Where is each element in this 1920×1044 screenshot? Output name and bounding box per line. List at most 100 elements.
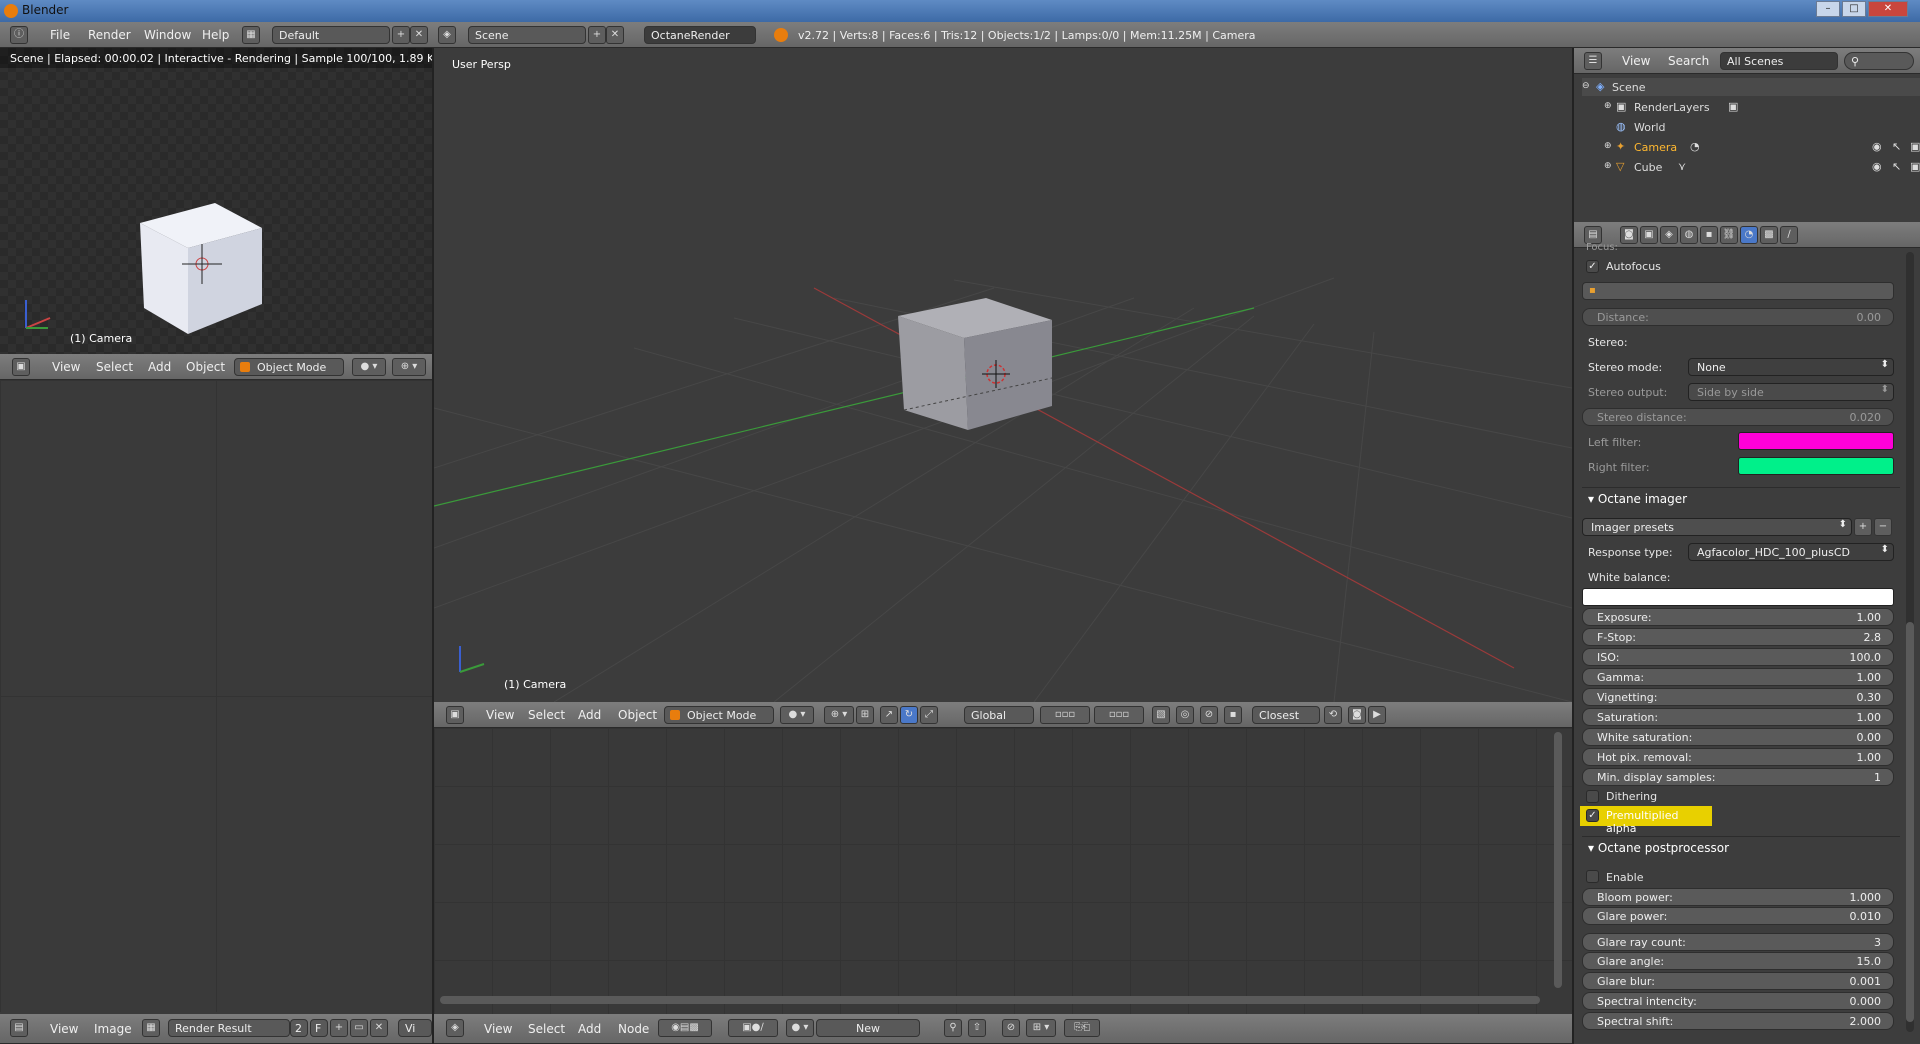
- viewport-menu-view[interactable]: View: [486, 708, 514, 722]
- viewport-shading-icon[interactable]: ● ▾: [780, 706, 814, 724]
- image-new-icon[interactable]: +: [330, 1019, 348, 1037]
- object-tab-icon[interactable]: ▪: [1700, 226, 1718, 244]
- remove-scene-icon[interactable]: ✕: [606, 26, 624, 44]
- left-filter-swatch[interactable]: [1738, 432, 1894, 450]
- focus-object-field[interactable]: ▪: [1582, 282, 1894, 300]
- minimize-button[interactable]: –: [1816, 1, 1840, 17]
- shading-icon[interactable]: ● ▾: [352, 358, 386, 376]
- node-editor-hscrollbar[interactable]: [440, 996, 1540, 1004]
- glare-power-field[interactable]: Glare power: 0.010: [1582, 907, 1894, 925]
- render-preview-area[interactable]: Scene | Elapsed: 00:00.02 | Interactive …: [0, 48, 469, 354]
- pivot-icon[interactable]: ⊕ ▾: [392, 358, 426, 376]
- viewport-menu-select[interactable]: Select: [528, 708, 565, 722]
- image-unlink-icon[interactable]: ✕: [370, 1019, 388, 1037]
- scene-icon[interactable]: ◈: [438, 26, 456, 44]
- go-parent-icon[interactable]: ⇧: [968, 1019, 986, 1037]
- expand-icon[interactable]: ⊕: [1604, 141, 1612, 151]
- texture-tab-icon[interactable]: ▩: [1760, 226, 1778, 244]
- view-layer-field[interactable]: Vi: [398, 1019, 432, 1037]
- select-arrow-icon[interactable]: ↖: [1892, 140, 1901, 153]
- image-name-field[interactable]: Render Result: [168, 1019, 290, 1037]
- stereo-distance-field[interactable]: Stereo distance: 0.020: [1582, 408, 1894, 426]
- scene-tab-icon[interactable]: ◈: [1660, 226, 1678, 244]
- outliner-menu-view[interactable]: View: [1622, 54, 1650, 68]
- preview-menu-add[interactable]: Add: [148, 360, 171, 374]
- preview-menu-object[interactable]: Object: [186, 360, 225, 374]
- align-rotation-icon[interactable]: ⟲: [1324, 706, 1342, 724]
- node-editor-vscrollbar[interactable]: [1554, 732, 1562, 988]
- proportional-edit-icon[interactable]: ◎: [1176, 706, 1194, 724]
- outliner-search-input[interactable]: ⚲: [1844, 52, 1914, 70]
- viewport-menu-object[interactable]: Object: [618, 708, 657, 722]
- renderlayers-tab-icon[interactable]: ▣: [1640, 226, 1658, 244]
- viewport-pivot-icon[interactable]: ⊕ ▾: [824, 706, 854, 724]
- saturation-field[interactable]: Saturation: 1.00: [1582, 708, 1894, 726]
- 3d-viewport[interactable]: User Persp (1) Camera: [434, 48, 1572, 702]
- particles-tab-icon[interactable]: ∕: [1780, 226, 1798, 244]
- hot-pixel-removal-field[interactable]: Hot pix. removal: 1.00: [1582, 748, 1894, 766]
- image-menu-image[interactable]: Image: [94, 1022, 132, 1036]
- node-menu-select[interactable]: Select: [528, 1022, 565, 1036]
- editor-type-icon[interactable]: ▣: [12, 358, 30, 376]
- glare-ray-count-field[interactable]: Glare ray count: 3: [1582, 933, 1894, 951]
- node-menu-view[interactable]: View: [484, 1022, 512, 1036]
- distance-field[interactable]: Distance: 0.00: [1582, 308, 1894, 326]
- menu-render[interactable]: Render: [88, 28, 131, 42]
- remove-preset-icon[interactable]: −: [1874, 518, 1892, 536]
- premultiplied-alpha-highlight[interactable]: ✓ Premultiplied alpha: [1580, 806, 1712, 835]
- layout-icon[interactable]: ▦: [242, 26, 260, 44]
- snap-toggle-icon[interactable]: ⊘: [1200, 706, 1218, 724]
- gamma-field[interactable]: Gamma: 1.00: [1582, 668, 1894, 686]
- translate-icon[interactable]: ↗: [880, 706, 898, 724]
- response-type-select[interactable]: Agfacolor_HDC_100_plusCD ⬍: [1688, 543, 1894, 561]
- node-tree-type-icons[interactable]: ◉▤▩: [658, 1019, 712, 1037]
- render-engine-select[interactable]: OctaneRender: [644, 26, 756, 44]
- fstop-field[interactable]: F-Stop: 2.8: [1582, 628, 1894, 646]
- node-snap-element-icon[interactable]: ⊞ ▾: [1026, 1019, 1056, 1037]
- render-camera-icon[interactable]: ▣: [1910, 140, 1920, 153]
- outliner-row-cube[interactable]: ⊕ ▽ Cube ⋎ ◉ ↖ ▣: [1582, 158, 1920, 176]
- viewport-editor-type-icon[interactable]: ▣: [446, 706, 464, 724]
- imager-presets-select[interactable]: Imager presets ⬍: [1582, 518, 1852, 536]
- menu-window[interactable]: Window: [144, 28, 191, 42]
- use-nodes-icon[interactable]: ⚲: [944, 1019, 962, 1037]
- layout-selector[interactable]: Default: [272, 26, 390, 44]
- right-filter-swatch[interactable]: [1738, 457, 1894, 475]
- autofocus-checkbox[interactable]: ✓: [1586, 260, 1599, 273]
- white-balance-swatch[interactable]: [1582, 588, 1894, 606]
- iso-field[interactable]: ISO: 100.0: [1582, 648, 1894, 666]
- camera-data-tab-icon[interactable]: ◔: [1740, 226, 1758, 244]
- viewport-mode-select[interactable]: Object Mode: [664, 706, 774, 724]
- vignetting-field[interactable]: Vignetting: 0.30: [1582, 688, 1894, 706]
- stereo-mode-select[interactable]: None ⬍: [1688, 358, 1894, 376]
- snap-target-select[interactable]: Closest: [1252, 706, 1320, 724]
- add-layout-icon[interactable]: +: [392, 26, 410, 44]
- orientation-select[interactable]: Global: [964, 706, 1034, 724]
- rotate-icon[interactable]: ↻: [900, 706, 918, 724]
- node-menu-add[interactable]: Add: [578, 1022, 601, 1036]
- add-scene-icon[interactable]: +: [588, 26, 606, 44]
- render-still-icon[interactable]: ◙: [1348, 706, 1366, 724]
- bloom-power-field[interactable]: Bloom power: 1.000: [1582, 888, 1894, 906]
- exposure-field[interactable]: Exposure: 1.00: [1582, 608, 1894, 626]
- material-browse-icon[interactable]: ● ▾: [786, 1019, 814, 1037]
- preview-menu-select[interactable]: Select: [96, 360, 133, 374]
- layer-buttons-b[interactable]: ▫▫▫: [1094, 706, 1144, 724]
- outliner-row-world[interactable]: ◍ World: [1582, 118, 1920, 136]
- image-open-icon[interactable]: ▭: [350, 1019, 368, 1037]
- render-camera-icon[interactable]: ▣: [1910, 160, 1920, 173]
- info-editor-icon[interactable]: ⓘ: [10, 26, 28, 44]
- outliner-editor-icon[interactable]: ☰: [1584, 52, 1602, 70]
- image-slot-field[interactable]: 2: [290, 1019, 308, 1037]
- outliner-row-scene[interactable]: ⊖ ◈ Scene: [1582, 78, 1920, 96]
- min-display-samples-field[interactable]: Min. display samples: 1: [1582, 768, 1894, 786]
- outliner-filter-select[interactable]: All Scenes: [1720, 52, 1838, 70]
- remove-layout-icon[interactable]: ✕: [410, 26, 428, 44]
- expand-icon[interactable]: ⊕: [1604, 161, 1612, 171]
- octane-postprocessor-section[interactable]: ▾ Octane postprocessor: [1582, 836, 1900, 858]
- layer-buttons-a[interactable]: ▫▫▫: [1040, 706, 1090, 724]
- image-fake-user-button[interactable]: F: [310, 1019, 328, 1037]
- preview-menu-view[interactable]: View: [52, 360, 80, 374]
- menu-file[interactable]: File: [50, 28, 70, 42]
- node-menu-node[interactable]: Node: [618, 1022, 649, 1036]
